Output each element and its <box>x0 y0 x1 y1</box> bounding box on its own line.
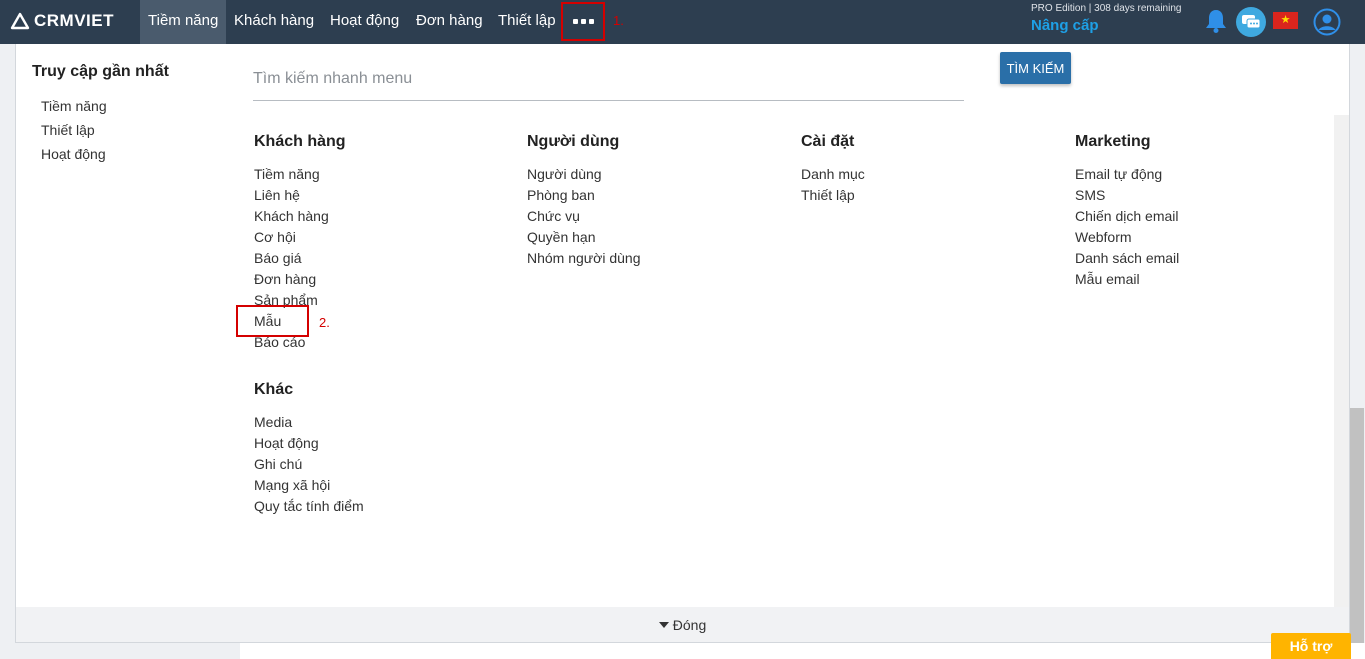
caret-down-icon <box>658 621 669 628</box>
section-title-cai-dat: Cài đặt <box>801 133 855 150</box>
menu-link-chien-dich-email[interactable]: Chiến dịch email <box>1075 208 1179 224</box>
close-menu-button[interactable]: Đóng <box>16 607 1349 642</box>
upgrade-link[interactable]: Nâng cấp <box>1031 17 1099 34</box>
search-button[interactable]: TÌM KIẾM <box>1000 52 1071 84</box>
menu-link-khach-hang[interactable]: Khách hàng <box>254 208 329 224</box>
section-title-marketing: Marketing <box>1075 133 1151 150</box>
menu-link-mau-email[interactable]: Mẫu email <box>1075 271 1140 287</box>
step-1-annotation: 1. <box>613 13 624 28</box>
section-title-khach-hang: Khách hàng <box>254 133 346 150</box>
menu-link-ghi-chu[interactable]: Ghi chú <box>254 456 302 472</box>
ellipsis-icon-dot <box>580 19 586 24</box>
close-label: Đóng <box>672 616 707 633</box>
recent-item-thiet-lap[interactable]: Thiết lập <box>41 122 95 138</box>
more-menu-button[interactable] <box>561 2 605 41</box>
top-navbar: CRMVIET Tiềm năng Khách hàng Hoạt động Đ… <box>0 0 1365 44</box>
page-content-edge <box>240 643 1365 659</box>
flag-star: ★ <box>1280 14 1291 26</box>
menu-link-phong-ban[interactable]: Phòng ban <box>527 187 595 203</box>
support-button[interactable]: Hỗ trợ <box>1271 633 1351 659</box>
ellipsis-icon-dot <box>572 19 578 24</box>
menu-link-hoat-dong[interactable]: Hoạt động <box>254 435 319 451</box>
chat-icon[interactable] <box>1236 7 1266 37</box>
menu-link-quy-tac-tinh-diem[interactable]: Quy tắc tính điểm <box>254 498 364 514</box>
nav-item-don-hang[interactable]: Đơn hàng <box>408 0 491 44</box>
user-avatar-icon[interactable] <box>1313 8 1341 41</box>
menu-link-mang-xa-hoi[interactable]: Mạng xã hội <box>254 477 330 493</box>
menu-link-nhom-nguoi-dung[interactable]: Nhóm người dùng <box>527 250 641 266</box>
menu-link-don-hang[interactable]: Đơn hàng <box>254 271 316 287</box>
ellipsis-icon-dot <box>588 19 594 24</box>
menu-link-nguoi-dung[interactable]: Người dùng <box>527 166 602 182</box>
panel-scrollbar-track[interactable] <box>1334 115 1349 607</box>
nav-item-khach-hang[interactable]: Khách hàng <box>226 0 322 44</box>
edition-info: PRO Edition | 308 days remaining <box>1031 3 1182 14</box>
menu-link-bao-gia[interactable]: Báo giá <box>254 250 301 266</box>
recent-item-hoat-dong[interactable]: Hoạt động <box>41 146 106 162</box>
nav-item-tiem-nang[interactable]: Tiềm năng <box>140 0 226 44</box>
menu-link-co-hoi[interactable]: Cơ hội <box>254 229 296 245</box>
menu-link-lien-he[interactable]: Liên hệ <box>254 187 300 203</box>
menu-link-webform[interactable]: Webform <box>1075 229 1132 245</box>
nav-item-thiet-lap[interactable]: Thiết lập <box>490 0 564 44</box>
section-title-khac: Khác <box>254 381 294 398</box>
bell-icon[interactable] <box>1205 8 1227 39</box>
menu-link-danh-muc[interactable]: Danh mục <box>801 166 865 182</box>
vietnam-flag-icon[interactable]: ★ <box>1273 12 1298 29</box>
step-2-annotation: 2. <box>319 315 330 330</box>
menu-link-thiet-lap[interactable]: Thiết lập <box>801 187 855 203</box>
menu-link-email-tu-dong[interactable]: Email tự động <box>1075 166 1162 182</box>
page-scrollbar-thumb[interactable] <box>1350 408 1364 656</box>
crmviet-logo[interactable]: CRMVIET <box>10 10 114 32</box>
menu-link-tiem-nang[interactable]: Tiềm năng <box>254 166 320 182</box>
crmviet-logo-icon <box>10 12 30 30</box>
menu-link-quyen-han[interactable]: Quyền hạn <box>527 229 596 245</box>
section-title-nguoi-dung: Người dùng <box>527 133 620 150</box>
menu-link-danh-sach-email[interactable]: Danh sách email <box>1075 250 1179 266</box>
menu-link-sms[interactable]: SMS <box>1075 187 1105 203</box>
recent-access-title: Truy cập gần nhất <box>32 63 169 80</box>
menu-link-chuc-vu[interactable]: Chức vụ <box>527 208 580 224</box>
step-2-highlight-box <box>236 305 309 337</box>
recent-item-tiem-nang[interactable]: Tiềm năng <box>41 98 107 114</box>
nav-item-hoat-dong[interactable]: Hoạt động <box>322 0 407 44</box>
logo-text: CRMVIET <box>34 11 114 30</box>
menu-link-media[interactable]: Media <box>254 414 292 430</box>
menu-search-input[interactable] <box>253 58 964 101</box>
